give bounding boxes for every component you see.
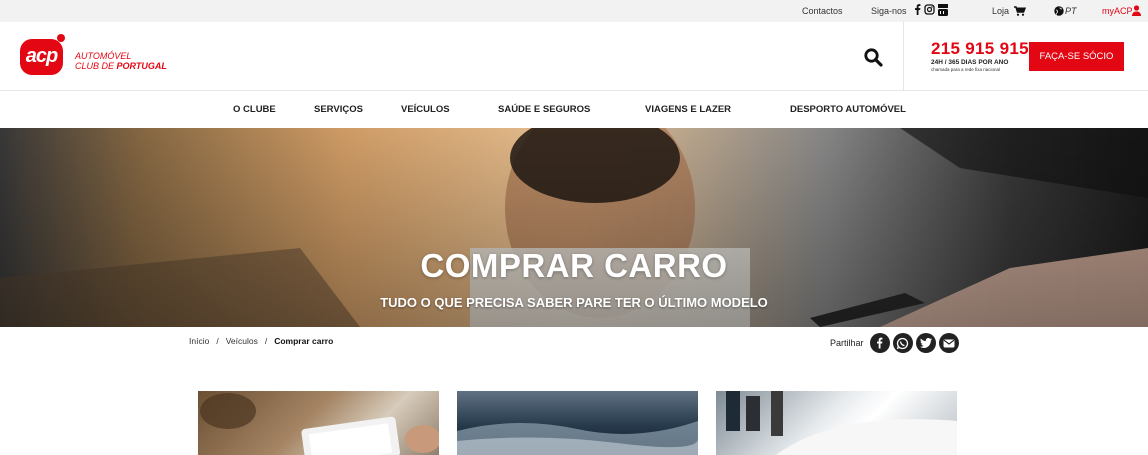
acp-logo[interactable]: acp [20, 39, 63, 75]
logo-line-2-prefix: CLUB DE [75, 61, 117, 71]
social-icons [914, 4, 948, 16]
nav-item-viagens-lazer[interactable]: VIAGENS E LAZER [645, 104, 731, 115]
follow-label: Siga-nos [871, 6, 907, 16]
instagram-icon[interactable] [924, 4, 935, 15]
card-image-car-water [457, 421, 698, 455]
breadcrumb: Início / Veículos / Comprar carro [189, 336, 333, 346]
twitter-icon [919, 338, 932, 348]
logo-line-2-bold: PORTUGAL [116, 61, 167, 71]
phone-number[interactable]: 215 915 915 [931, 39, 1029, 59]
article-card-3[interactable] [716, 391, 957, 455]
share-twitter-button[interactable] [915, 333, 936, 353]
nav-item-veiculos[interactable]: VEÍCULOS [401, 104, 450, 115]
cart-icon[interactable] [1014, 6, 1026, 16]
logo-line-1: AUTOMÓVEL [75, 51, 132, 61]
contacts-link[interactable]: Contactos [802, 6, 843, 17]
card-image-tablet [200, 393, 439, 455]
header-divider [903, 22, 904, 90]
youtube-icon[interactable] [938, 4, 948, 16]
facebook-icon[interactable] [914, 4, 921, 15]
nav-item-clube[interactable]: O CLUBE [233, 104, 276, 115]
breadcrumb-home[interactable]: Início [189, 336, 209, 346]
language-selector[interactable]: PT [1065, 6, 1077, 17]
search-icon[interactable] [864, 48, 883, 67]
phone-note: chamada para a rede fixa nacional [931, 67, 1001, 72]
share-label: Partilhar [830, 338, 864, 348]
page-subtitle: TUDO O QUE PRECISA SABER PARE TER O ÚLTI… [380, 295, 768, 310]
site-header: acp AUTOMÓVEL CLUB DE PORTUGAL 215 915 9… [0, 22, 1148, 91]
hero-banner: COMPRAR CARRO TUDO O QUE PRECISA SABER P… [0, 128, 1148, 327]
breadcrumb-separator: / [264, 336, 268, 346]
nav-item-servicos[interactable]: SERVIÇOS [314, 104, 363, 115]
breadcrumb-current: Comprar carro [274, 336, 334, 346]
nav-item-saude-seguros[interactable]: SAÚDE E SEGUROS [498, 104, 590, 115]
article-card-1[interactable] [198, 391, 439, 455]
globe-icon[interactable] [1054, 6, 1064, 16]
card-image-car-people [726, 391, 957, 455]
main-nav: O CLUBE SERVIÇOS VEÍCULOS SAÚDE E SEGURO… [0, 91, 1148, 128]
myacp-link[interactable]: myACP [1102, 6, 1133, 17]
nav-item-desporto[interactable]: DESPORTO AUTOMÓVEL [790, 104, 906, 115]
facebook-icon [877, 337, 883, 349]
envelope-icon [943, 339, 955, 347]
share-bar: Partilhar [830, 333, 959, 353]
user-icon[interactable] [1132, 5, 1141, 16]
share-email-button[interactable] [938, 333, 959, 353]
share-facebook-button[interactable] [869, 333, 890, 353]
page-title: COMPRAR CARRO [420, 247, 728, 284]
store-link[interactable]: Loja [992, 6, 1009, 17]
whatsapp-icon [896, 337, 909, 349]
logo-wordmark[interactable]: AUTOMÓVEL CLUB DE PORTUGAL [75, 51, 167, 71]
logo-dot [57, 34, 65, 42]
become-member-button[interactable]: FAÇA-SE SÓCIO [1029, 42, 1124, 71]
article-card-2[interactable] [457, 391, 698, 455]
phone-hours: 24H / 365 DIAS POR ANO [931, 59, 1009, 66]
breadcrumb-separator: / [216, 336, 219, 346]
logo-line-2: CLUB DE PORTUGAL [75, 61, 167, 71]
utility-bar: Contactos Siga-nos Loja PT myACP [0, 0, 1148, 22]
breadcrumb-vehicles[interactable]: Veículos [226, 336, 258, 346]
share-whatsapp-button[interactable] [892, 333, 913, 353]
